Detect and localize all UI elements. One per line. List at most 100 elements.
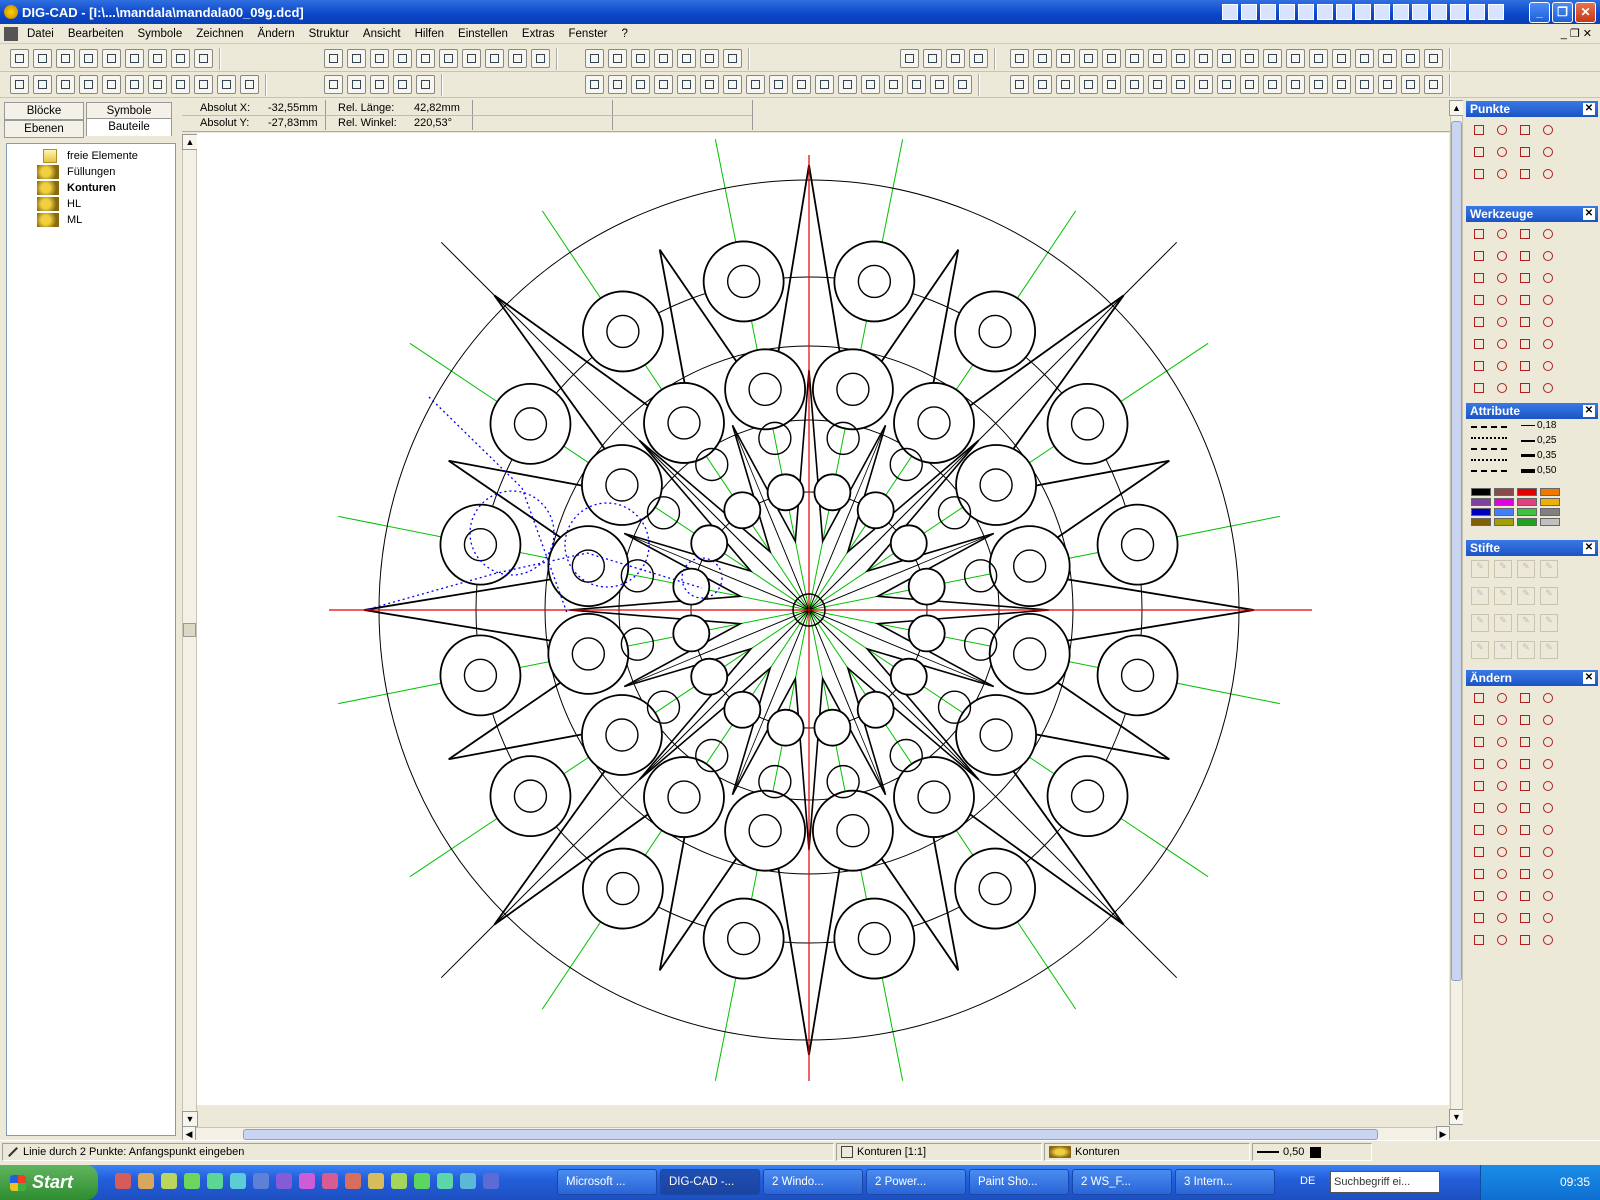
palette-tool-button[interactable] — [1469, 688, 1489, 708]
palette-tool-button[interactable] — [1492, 290, 1512, 310]
menu-aendern[interactable]: Ändern — [251, 28, 302, 40]
mandala-drawing[interactable] — [197, 133, 1449, 1105]
palette-tool-button[interactable] — [1515, 864, 1535, 884]
menu-extras[interactable]: Extras — [515, 28, 562, 40]
toolbar-tool-button[interactable] — [930, 75, 949, 94]
toolbar-tool-button[interactable] — [654, 49, 673, 68]
pen-button[interactable]: ✎ — [1540, 560, 1558, 578]
quicklaunch-icon[interactable] — [299, 1173, 315, 1189]
toolbar-tool-button[interactable] — [608, 75, 627, 94]
palette-tool-button[interactable] — [1515, 842, 1535, 862]
palette-tool-button[interactable] — [1538, 886, 1558, 906]
toolbar-tool-button[interactable] — [1355, 49, 1374, 68]
toolbar-tool-button[interactable] — [1378, 75, 1397, 94]
palette-tool-button[interactable] — [1515, 886, 1535, 906]
toolbar-tool-button[interactable] — [1194, 49, 1213, 68]
scroll-thumb[interactable] — [243, 1129, 1378, 1140]
toolbar-tool-button[interactable] — [1240, 75, 1259, 94]
palette-tool-button[interactable] — [1469, 246, 1489, 266]
toolbar-tool-button[interactable] — [900, 49, 919, 68]
tab-ebenen[interactable]: Ebenen — [4, 120, 84, 138]
line-style-option[interactable] — [1471, 470, 1507, 472]
tree-item-konturen[interactable]: Konturen — [37, 180, 116, 196]
color-swatch[interactable] — [1517, 488, 1537, 496]
toolbar-tool-button[interactable] — [1125, 49, 1144, 68]
language-indicator[interactable]: DE — [1300, 1175, 1315, 1187]
toolbar-tool-button[interactable] — [1309, 49, 1328, 68]
palette-tool-button[interactable] — [1492, 798, 1512, 818]
quicklaunch-icon[interactable] — [138, 1173, 154, 1189]
tray-app-icon[interactable] — [1412, 4, 1428, 20]
start-button[interactable]: Start — [0, 1165, 98, 1200]
palette-tool-button[interactable] — [1469, 142, 1489, 162]
color-swatch[interactable] — [1471, 508, 1491, 516]
tray-app-icon[interactable] — [1222, 4, 1238, 20]
color-swatch[interactable] — [1494, 518, 1514, 526]
palette-tool-button[interactable] — [1469, 864, 1489, 884]
toolbar-tool-button[interactable] — [1079, 75, 1098, 94]
toolbar-tool-button[interactable] — [654, 75, 673, 94]
tray-app-icon[interactable] — [1241, 4, 1257, 20]
palette-tool-button[interactable] — [1538, 930, 1558, 950]
taskbar-button[interactable]: DIG-CAD -... — [660, 1169, 760, 1195]
toolbar-tool-button[interactable] — [79, 49, 98, 68]
toolbar-tool-button[interactable] — [723, 49, 742, 68]
toolbar-tool-button[interactable] — [56, 49, 75, 68]
toolbar-tool-button[interactable] — [508, 49, 527, 68]
toolbar-tool-button[interactable] — [946, 49, 965, 68]
toolbar-tool-button[interactable] — [884, 75, 903, 94]
menu-bearbeiten[interactable]: Bearbeiten — [61, 28, 131, 40]
toolbar-tool-button[interactable] — [585, 75, 604, 94]
palette-tool-button[interactable] — [1492, 164, 1512, 184]
toolbar-tool-button[interactable] — [347, 49, 366, 68]
close-button[interactable]: ✕ — [1575, 1, 1596, 23]
toolbar-tool-button[interactable] — [148, 75, 167, 94]
toolbar-tool-button[interactable] — [194, 49, 213, 68]
toolbar-tool-button[interactable] — [1033, 49, 1052, 68]
toolbar-tool-button[interactable] — [1148, 49, 1167, 68]
close-icon[interactable]: ✕ — [1583, 103, 1595, 115]
taskbar-button[interactable]: 2 Power... — [866, 1169, 966, 1195]
toolbar-tool-button[interactable] — [723, 75, 742, 94]
toolbar-tool-button[interactable] — [33, 75, 52, 94]
palette-tool-button[interactable] — [1492, 930, 1512, 950]
palette-tool-button[interactable] — [1515, 754, 1535, 774]
quicklaunch-icon[interactable] — [276, 1173, 292, 1189]
color-swatch[interactable] — [1471, 518, 1491, 526]
pen-button[interactable]: ✎ — [1494, 641, 1512, 659]
search-input[interactable]: Suchbegriff ei... — [1330, 1171, 1440, 1193]
tray-app-icon[interactable] — [1355, 4, 1371, 20]
palette-tool-button[interactable] — [1469, 224, 1489, 244]
palette-tool-button[interactable] — [1538, 142, 1558, 162]
taskbar-button[interactable]: 2 Windo... — [763, 1169, 863, 1195]
palette-tool-button[interactable] — [1538, 224, 1558, 244]
quicklaunch-icon[interactable] — [184, 1173, 200, 1189]
menu-ansicht[interactable]: Ansicht — [356, 28, 408, 40]
toolbar-tool-button[interactable] — [125, 49, 144, 68]
scroll-down-arrow[interactable]: ▼ — [182, 1111, 198, 1127]
color-swatch[interactable] — [1540, 508, 1560, 516]
toolbar-tool-button[interactable] — [1286, 75, 1305, 94]
palette-tool-button[interactable] — [1515, 334, 1535, 354]
toolbar-tool-button[interactable] — [1194, 75, 1213, 94]
pen-button[interactable]: ✎ — [1471, 560, 1489, 578]
toolbar-tool-button[interactable] — [1010, 75, 1029, 94]
line-style-option[interactable] — [1471, 426, 1507, 428]
pen-button[interactable]: ✎ — [1494, 560, 1512, 578]
palette-tool-button[interactable] — [1469, 776, 1489, 796]
quicklaunch-icon[interactable] — [115, 1173, 131, 1189]
palette-tool-button[interactable] — [1538, 120, 1558, 140]
quicklaunch-icon[interactable] — [414, 1173, 430, 1189]
toolbar-tool-button[interactable] — [861, 75, 880, 94]
color-swatch[interactable] — [1310, 1146, 1322, 1158]
toolbar-tool-button[interactable] — [1102, 49, 1121, 68]
tray-app-icon[interactable] — [1488, 4, 1504, 20]
status-linewidth[interactable]: 0,50 — [1252, 1143, 1372, 1161]
toolbar-tool-button[interactable] — [531, 49, 550, 68]
toolbar-tool-button[interactable] — [1079, 49, 1098, 68]
pen-button[interactable]: ✎ — [1540, 614, 1558, 632]
color-swatch[interactable] — [1517, 518, 1537, 526]
close-icon[interactable]: ✕ — [1583, 208, 1595, 220]
quicklaunch-icon[interactable] — [437, 1173, 453, 1189]
palette-tool-button[interactable] — [1492, 224, 1512, 244]
